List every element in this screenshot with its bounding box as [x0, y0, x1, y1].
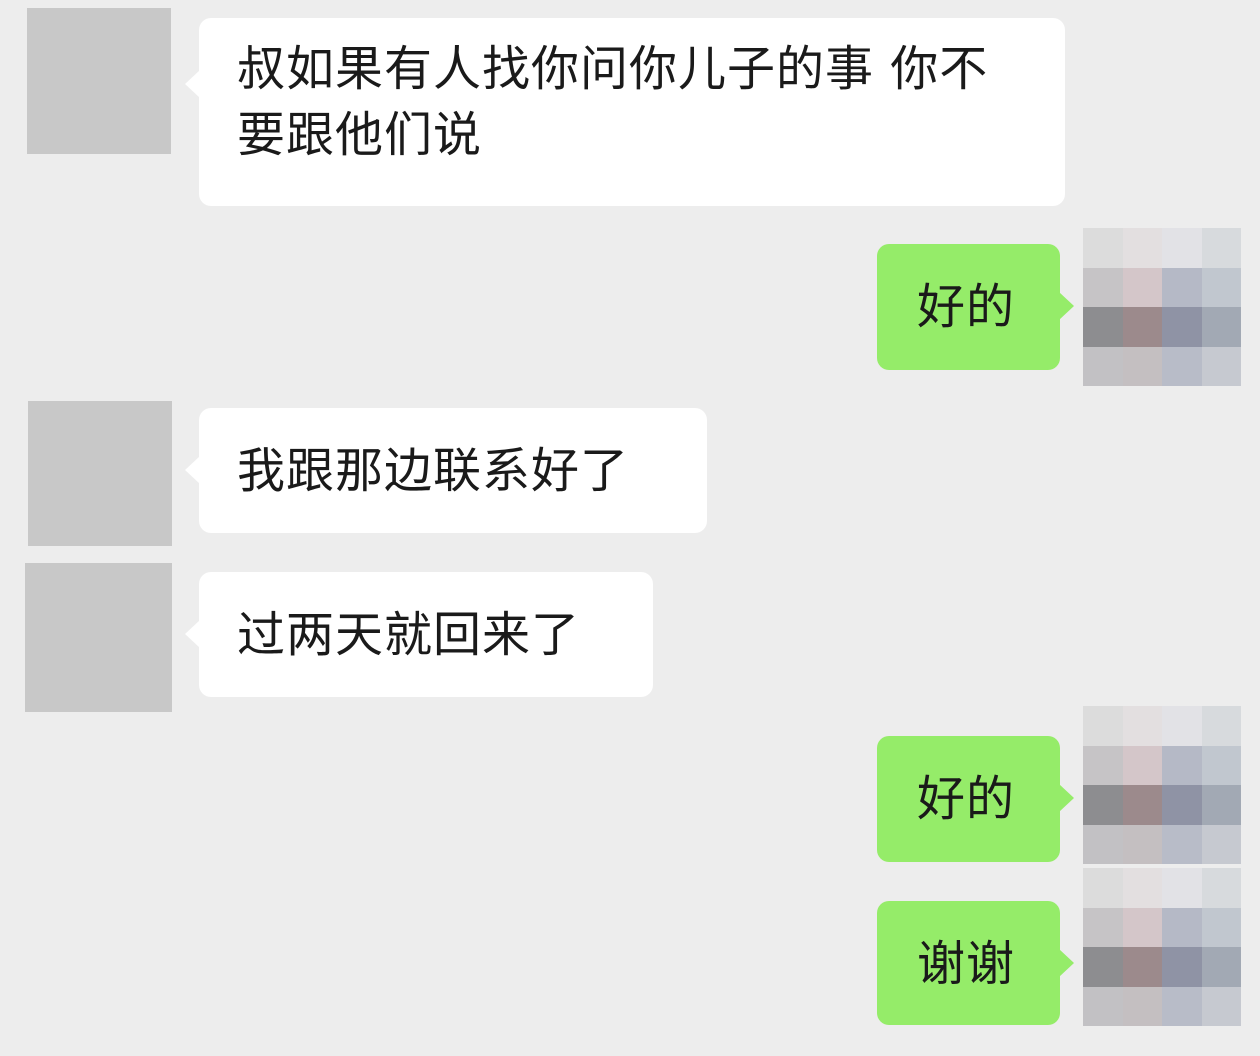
message-text: 过两天就回来了 — [237, 607, 581, 663]
own-avatar-pixelated[interactable] — [1083, 228, 1241, 386]
avatar-mosaic-tile — [1162, 706, 1202, 746]
avatar-mosaic-tile — [1201, 745, 1241, 785]
avatar-mosaic-tile — [1201, 706, 1241, 746]
avatar-mosaic-tile — [1083, 307, 1123, 347]
outgoing-message-bubble[interactable]: 好的 — [877, 244, 1074, 370]
avatar-mosaic-tile — [1201, 907, 1241, 947]
avatar-mosaic-tile — [1162, 868, 1202, 908]
avatar-mosaic-tile — [1122, 947, 1162, 987]
avatar-mosaic-tile — [1122, 824, 1162, 864]
avatar-mosaic-tile — [1162, 986, 1202, 1026]
avatar-mosaic-tile — [1122, 307, 1162, 347]
message-text: 叔如果有人找你问你儿子的事 你不要跟他们说 — [237, 41, 989, 163]
avatar-mosaic-tile — [1201, 868, 1241, 908]
avatar-mosaic-tile — [1122, 267, 1162, 307]
own-avatar-pixelated[interactable] — [1083, 868, 1241, 1026]
avatar-mosaic-tile — [1162, 785, 1202, 825]
avatar-mosaic-tile — [1201, 785, 1241, 825]
contact-avatar[interactable] — [25, 563, 172, 712]
avatar-mosaic-tile — [1083, 706, 1123, 746]
avatar-mosaic-tile — [1083, 947, 1123, 987]
avatar-mosaic-tile — [1083, 346, 1123, 386]
avatar-mosaic-tile — [1162, 947, 1202, 987]
avatar-mosaic-tile — [1201, 267, 1241, 307]
avatar-mosaic-tile — [1122, 785, 1162, 825]
avatar-mosaic-tile — [1201, 346, 1241, 386]
incoming-message-bubble[interactable]: 叔如果有人找你问你儿子的事 你不要跟他们说 — [185, 18, 1065, 206]
avatar-mosaic-tile — [1162, 346, 1202, 386]
avatar-mosaic-tile — [1083, 267, 1123, 307]
contact-avatar[interactable] — [27, 8, 171, 154]
avatar-mosaic-tile — [1201, 228, 1241, 268]
avatar-mosaic-tile — [1122, 986, 1162, 1026]
avatar-mosaic-tile — [1083, 745, 1123, 785]
message-text: 好的 — [917, 771, 1016, 827]
avatar-mosaic-tile — [1162, 228, 1202, 268]
message-text: 好的 — [917, 279, 1016, 335]
avatar-mosaic-tile — [1083, 868, 1123, 908]
avatar-mosaic-tile — [1162, 824, 1202, 864]
avatar-mosaic-tile — [1122, 706, 1162, 746]
incoming-message-bubble[interactable]: 过两天就回来了 — [185, 572, 653, 697]
message-text: 我跟那边联系好了 — [237, 443, 630, 499]
avatar-mosaic-tile — [1122, 346, 1162, 386]
avatar-mosaic-tile — [1162, 267, 1202, 307]
avatar-mosaic-tile — [1122, 907, 1162, 947]
outgoing-message-bubble[interactable]: 谢谢 — [877, 901, 1074, 1025]
avatar-mosaic-tile — [1122, 228, 1162, 268]
avatar-mosaic-tile — [1083, 824, 1123, 864]
contact-avatar[interactable] — [28, 401, 172, 546]
avatar-mosaic-tile — [1122, 868, 1162, 908]
avatar-mosaic-tile — [1162, 307, 1202, 347]
avatar-mosaic-tile — [1122, 745, 1162, 785]
avatar-mosaic-tile — [1201, 986, 1241, 1026]
avatar-mosaic-tile — [1083, 986, 1123, 1026]
avatar-mosaic-tile — [1201, 307, 1241, 347]
avatar-mosaic-tile — [1083, 785, 1123, 825]
message-text: 谢谢 — [917, 936, 1016, 992]
incoming-message-bubble[interactable]: 我跟那边联系好了 — [185, 408, 707, 533]
avatar-mosaic-tile — [1083, 907, 1123, 947]
avatar-mosaic-tile — [1162, 907, 1202, 947]
avatar-mosaic-tile — [1201, 947, 1241, 987]
avatar-mosaic-tile — [1201, 824, 1241, 864]
avatar-mosaic-tile — [1083, 228, 1123, 268]
own-avatar-pixelated[interactable] — [1083, 706, 1241, 864]
outgoing-message-bubble[interactable]: 好的 — [877, 736, 1074, 862]
avatar-mosaic-tile — [1162, 745, 1202, 785]
